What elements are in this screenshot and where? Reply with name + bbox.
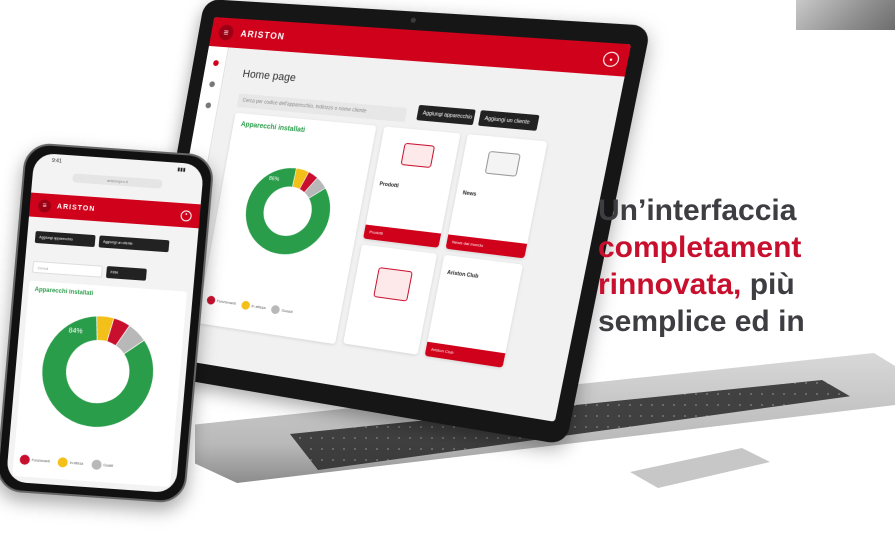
user-icon[interactable]: • — [180, 209, 193, 222]
headline-line-3: rinnovata, più — [598, 266, 895, 303]
clock: 9:41 — [51, 157, 62, 165]
donut-percent-label: 86% — [268, 176, 280, 183]
installed-devices-card: Apparecchi installati 84% Funzionanti In… — [12, 280, 188, 487]
status-bar: 9:41 ▮▮▮ — [33, 153, 204, 179]
tile-illustration — [343, 244, 438, 355]
stage: ≡ ARISTON • Home page Cerca per codice d… — [0, 0, 895, 540]
headline-rest: più — [741, 268, 795, 301]
home-nav-icon[interactable] — [212, 59, 220, 67]
headline: Un’interfaccia completament rinnovata, p… — [598, 192, 895, 340]
page-title: Home page — [241, 68, 297, 85]
tile-description — [444, 280, 509, 299]
phone: 9:41 ▮▮▮ aristonpro.it ≡ ARISTON • Aggiu… — [0, 142, 216, 504]
donut-slice-funzionanti — [239, 164, 338, 260]
phone-screen: 9:41 ▮▮▮ aristonpro.it ≡ ARISTON • Aggiu… — [5, 152, 205, 494]
add-customer-button[interactable]: Aggiungi un cliente — [477, 110, 540, 131]
app-header: ≡ ARISTON • — [208, 17, 632, 77]
laptop-bezel: ≡ ARISTON • Home page Cerca per codice d… — [137, 0, 652, 446]
legend-item: In attesa — [57, 457, 83, 469]
menu-icon[interactable]: ≡ — [217, 24, 235, 41]
tile-description — [377, 189, 439, 206]
add-customer-button[interactable]: Aggiungi un cliente — [98, 235, 170, 253]
tile-title: Ariston Club — [446, 269, 479, 280]
legend-item: Funzionanti — [206, 295, 236, 308]
brand-logo: ARISTON — [56, 202, 96, 213]
tile-title: Prodotti — [378, 181, 400, 190]
tile-description — [460, 198, 525, 215]
tile-button[interactable]: News dal mondo — [445, 234, 528, 259]
headline-line-4: semplice ed in — [598, 305, 805, 338]
tile-title: News — [462, 190, 477, 198]
legend-item: Guasti — [90, 459, 114, 471]
headline-line-2: completament — [598, 231, 802, 264]
tile-club[interactable]: Ariston Club Ariston Club — [424, 254, 523, 368]
donut-chart: 86% — [237, 162, 340, 262]
laptop-trackpad — [630, 448, 770, 488]
url-bar[interactable]: aristonpro.it — [72, 173, 163, 189]
tile-products[interactable]: Prodotti Prodotti — [363, 126, 461, 248]
chart-legend: Funzionanti In attesa Guasti — [19, 454, 114, 471]
building-icon — [372, 266, 413, 302]
donut-percent-label: 84% — [68, 327, 82, 335]
card-title: Apparecchi installati — [34, 287, 94, 298]
user-icon[interactable]: • — [601, 51, 621, 68]
legend-item: Funzionanti — [19, 454, 50, 466]
legend-item: In attesa — [240, 300, 266, 312]
legend-label: Guasti — [281, 307, 293, 315]
menu-icon[interactable]: ≡ — [37, 198, 52, 213]
app-header: ≡ ARISTON • — [28, 192, 201, 229]
devices-nav-icon[interactable] — [208, 81, 216, 88]
headline-highlight: rinnovata, — [598, 268, 742, 301]
search-input[interactable]: Cerca — [32, 260, 103, 278]
legend-label: Guasti — [102, 463, 114, 468]
legend-label: In attesa — [69, 460, 84, 466]
tile-button[interactable]: Prodotti — [363, 224, 442, 248]
headline-line-1: Un’interfaccia — [598, 194, 797, 227]
brand-logo: ARISTON — [239, 28, 286, 42]
card-title: Apparecchi installati — [240, 121, 306, 135]
tile-button[interactable]: Ariston Club — [424, 341, 506, 368]
news-icon — [484, 150, 521, 177]
chart-legend: Funzionanti In attesa Guasti — [206, 295, 293, 316]
webcam — [410, 17, 417, 23]
filter-button[interactable]: Filtri — [105, 266, 147, 281]
add-device-button[interactable]: Aggiungi apparecchio — [34, 230, 96, 248]
donut-chart: 84% — [41, 315, 154, 428]
settings-nav-icon[interactable] — [205, 102, 212, 109]
legend-label: Funzionanti — [31, 458, 51, 464]
legend-item: Guasti — [270, 304, 293, 317]
signal-icon: ▮▮▮ — [177, 166, 186, 174]
laptop-screen: ≡ ARISTON • Home page Cerca per codice d… — [153, 17, 632, 422]
add-device-button[interactable]: Aggiungi apparecchio — [416, 104, 476, 126]
legend-label: In attesa — [251, 303, 267, 311]
product-icon — [399, 142, 435, 169]
tile-news[interactable]: News News dal mondo — [445, 134, 548, 259]
legend-label: Funzionanti — [216, 298, 237, 306]
